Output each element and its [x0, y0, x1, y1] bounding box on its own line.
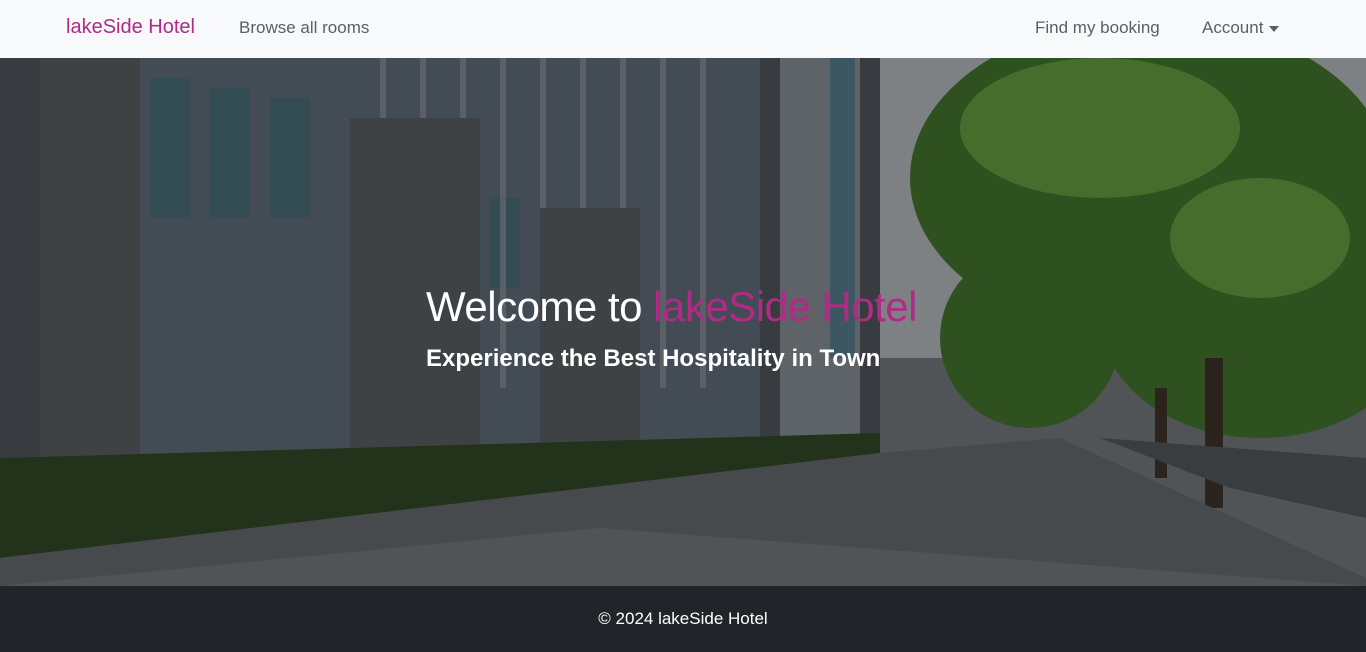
page-footer: © 2024 lakeSide Hotel [0, 586, 1366, 652]
footer-copyright: © 2024 lakeSide Hotel [598, 609, 768, 628]
hero-title-accent: lakeSide Hotel [653, 283, 917, 330]
account-label: Account [1202, 18, 1264, 37]
top-navbar: lakeSide Hotel Browse all rooms Find my … [0, 0, 1366, 58]
hero-title-prefix: Welcome to [426, 283, 642, 330]
brand-logo-link[interactable]: lakeSide Hotel [66, 16, 195, 39]
hero-subtitle: Experience the Best Hospitality in Town [426, 345, 881, 372]
hero-title: Welcome to lakeSide Hotel [426, 283, 917, 331]
nav-find-booking[interactable]: Find my booking [1035, 18, 1160, 38]
nav-browse-rooms[interactable]: Browse all rooms [239, 18, 369, 38]
caret-down-icon [1269, 26, 1280, 32]
hero-banner: Welcome to lakeSide Hotel Experience the… [0, 58, 1366, 586]
hero-text-block: Welcome to lakeSide Hotel Experience the… [426, 283, 917, 373]
account-dropdown-toggle[interactable]: Account [1202, 18, 1280, 38]
